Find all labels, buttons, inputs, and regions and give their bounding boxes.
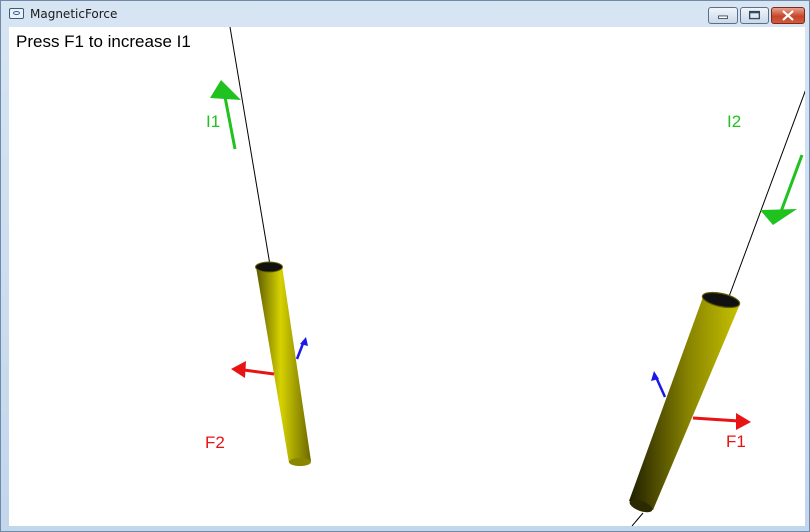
render-viewport[interactable]: Press F1 to increase I1 I1 I2 F2 F1 [9, 27, 805, 526]
label-layer: I1 I2 F2 F1 [205, 112, 746, 452]
title-bar[interactable]: MagneticForce [1, 1, 809, 26]
window-title: MagneticForce [30, 7, 118, 21]
close-icon [782, 10, 794, 21]
close-button[interactable] [771, 7, 805, 24]
current-label-i1: I1 [206, 112, 220, 131]
app-window: MagneticForce Press F1 to increase I1 I1… [0, 0, 810, 532]
maximize-icon [748, 10, 761, 20]
maximize-button[interactable] [740, 7, 769, 24]
app-window-icon[interactable] [9, 8, 24, 19]
current-label-i2: I2 [727, 112, 741, 131]
force-label-f2: F2 [205, 433, 225, 452]
force-label-f1: F1 [726, 432, 746, 451]
minimize-button[interactable] [708, 7, 738, 24]
minimize-icon [718, 15, 728, 20]
